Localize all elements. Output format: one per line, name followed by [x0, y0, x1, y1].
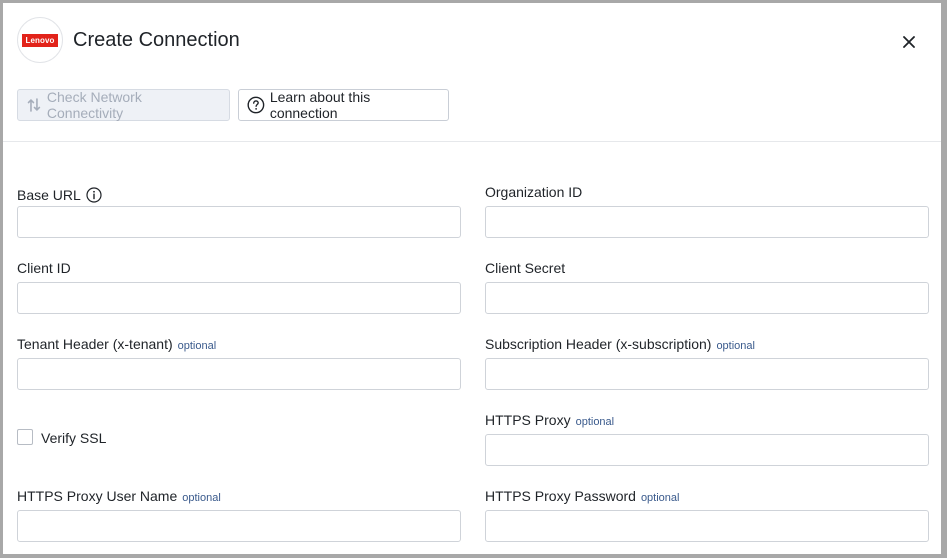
network-arrows-icon [27, 98, 41, 112]
dialog-header: Lenovo Create Connection Check Network C… [3, 3, 941, 141]
https-proxy-user-name-label: HTTPS Proxy User Name optional [17, 488, 221, 504]
https-proxy-password-input[interactable] [485, 510, 929, 542]
connector-logo: Lenovo [17, 17, 63, 63]
organization-id-label: Organization ID [485, 184, 583, 200]
optional-tag: optional [177, 340, 217, 352]
client-id-input[interactable] [17, 282, 461, 314]
client-secret-input[interactable] [485, 282, 929, 314]
base-url-input[interactable] [17, 206, 461, 238]
verify-ssl-label: Verify SSL [41, 430, 107, 446]
optional-tag: optional [575, 416, 615, 428]
tenant-header-label: Tenant Header (x-tenant) optional [17, 336, 217, 352]
optional-tag: optional [182, 492, 221, 504]
https-proxy-password-label: HTTPS Proxy Password optional [485, 488, 680, 504]
help-circle-icon [247, 96, 265, 114]
create-connection-dialog: Lenovo Create Connection Check Network C… [3, 3, 941, 554]
subscription-header-input[interactable] [485, 358, 929, 390]
https-proxy-user-name-input[interactable] [17, 510, 461, 542]
header-divider [3, 141, 941, 142]
client-id-label: Client ID [17, 260, 71, 276]
https-proxy-input[interactable] [485, 434, 929, 466]
close-icon [903, 36, 915, 48]
dialog-title: Create Connection [73, 29, 240, 51]
check-network-connectivity-button[interactable]: Check Network Connectivity [17, 89, 230, 121]
tenant-header-input[interactable] [17, 358, 461, 390]
check-network-connectivity-label: Check Network Connectivity [46, 89, 142, 121]
verify-ssl-checkbox[interactable] [17, 429, 33, 445]
client-secret-label: Client Secret [485, 260, 566, 276]
organization-id-input[interactable] [485, 206, 929, 238]
learn-about-connection-label: Learn about this connection [269, 89, 371, 121]
optional-tag: optional [716, 340, 755, 352]
lenovo-logo: Lenovo [22, 33, 58, 47]
https-proxy-label: HTTPS Proxy optional [485, 412, 615, 428]
learn-about-connection-button[interactable]: Learn about this connection [238, 89, 449, 121]
base-url-label: Base URL [17, 184, 102, 203]
optional-tag: optional [640, 492, 680, 504]
info-icon[interactable] [86, 187, 102, 203]
close-button[interactable] [898, 31, 920, 53]
subscription-header-label: Subscription Header (x-subscription) opt… [485, 336, 755, 352]
